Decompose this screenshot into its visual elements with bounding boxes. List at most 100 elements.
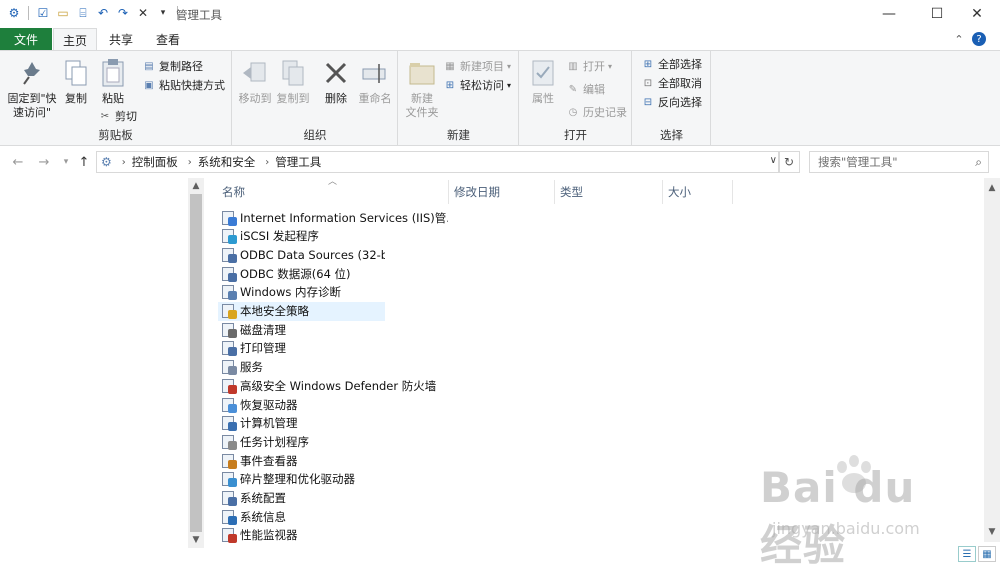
delete-icon[interactable]: ✕ [135,5,151,21]
minimize-button[interactable]: — [866,0,912,28]
search-input[interactable]: 搜索"管理工具" ⌕ [809,151,989,173]
file-list-item[interactable]: Internet Information Services (IIS)管... [218,208,448,227]
file-list-item[interactable]: 任务计划程序 [218,432,385,451]
new-item-label: 新建项目 [460,60,504,73]
folder-tools-icon[interactable]: ⚙ [6,5,22,21]
paste-button[interactable]: 粘贴 [96,57,130,106]
history-icon: ◷ [568,106,578,118]
column-divider[interactable] [732,180,733,204]
customize-qat-icon[interactable]: ▾ [155,5,171,21]
properties-icon[interactable]: ☑ [35,5,51,21]
column-header-size[interactable]: 大小 [662,180,732,204]
copy-to-button[interactable]: 复制到 [275,57,311,106]
rename-button[interactable]: 重命名 [355,57,395,106]
file-list-item[interactable]: 事件查看器 [218,451,385,470]
column-header-type[interactable]: 类型 [554,180,662,204]
easy-access-icon: ⊞ [445,79,455,91]
minimize-icon: — [882,6,896,22]
file-name: 性能监视器 [240,528,298,543]
tab-view[interactable]: 查看 [146,28,190,50]
search-placeholder: 搜索"管理工具" [818,155,898,169]
copy-path-icon: ▤ [144,60,154,72]
breadcrumb-control-panel[interactable]: 控制面板 [132,154,178,170]
copy-button[interactable]: 复制 [60,57,92,106]
file-list-item[interactable]: 计算机管理 [218,414,385,433]
easy-access-button[interactable]: ⊞ 轻松访问 ▾ [443,76,511,94]
select-group: ⊞ 全部选择 ⊡ 全部取消 ⊟ 反向选择 选择 [633,51,711,147]
close-button[interactable]: ✕ [954,0,1000,28]
shortcut-file-icon [221,266,237,282]
tab-file[interactable]: 文件 [0,28,52,50]
scroll-down-icon[interactable]: ▼ [984,524,1000,540]
edit-button[interactable]: ✎ 编辑 [566,80,605,98]
title-bar: ⚙ ☑ ▭ ⌸ ↶ ↷ ✕ ▾ 管理工具 — ☐ ✕ [0,0,1000,28]
scroll-up-icon[interactable]: ▲ [188,178,204,194]
file-list-item[interactable]: 磁盘清理 [218,320,385,339]
control-panel-icon: ⚙ [101,155,112,169]
scroll-down-icon[interactable]: ▼ [188,532,204,548]
scroll-thumb[interactable] [190,194,202,532]
shortcut-file-icon [221,434,237,450]
properties-button[interactable]: 属性 [526,57,560,106]
delete-button[interactable]: 删除 [319,57,353,106]
back-button[interactable]: ← [10,154,26,170]
paste-shortcut-button[interactable]: ▣ 粘贴快捷方式 [142,76,225,94]
column-header-date[interactable]: 修改日期 [448,180,554,204]
rename-icon[interactable]: ⌸ [75,5,91,21]
breadcrumb-admin-tools[interactable]: 管理工具 [275,154,321,170]
file-list-item[interactable]: 高级安全 Windows Defender 防火墙 [218,376,448,395]
breadcrumb-chevron-icon: › [265,156,270,168]
history-button[interactable]: ◷ 历史记录 [566,103,627,121]
select-none-button[interactable]: ⊡ 全部取消 [641,74,702,92]
file-list-item[interactable]: 系统信息 [218,507,385,526]
select-all-button[interactable]: ⊞ 全部选择 [641,55,702,73]
breadcrumb-system-security[interactable]: 系统和安全 [198,154,256,170]
redo-icon[interactable]: ↷ [115,5,131,21]
easy-access-label: 轻松访问 [460,79,504,92]
new-folder-icon[interactable]: ▭ [55,5,71,21]
file-list-item[interactable]: 服务 [218,358,385,377]
invert-selection-button[interactable]: ⊟ 反向选择 [641,93,702,111]
pin-quick-access-button[interactable]: 固定到"快速访问" [4,57,60,120]
file-list-scrollbar[interactable]: ▲ ▼ [984,178,1000,542]
help-icon[interactable]: ? [972,32,986,46]
refresh-button[interactable]: ↻ [778,151,800,173]
new-folder-button[interactable]: 新建 文件夹 [403,57,441,120]
new-item-button[interactable]: ▦ 新建项目 ▾ [443,57,511,75]
file-list-item[interactable]: Windows 内存诊断 [218,283,385,302]
collapse-ribbon-icon[interactable]: ⌃ [952,32,966,46]
address-dropdown-icon[interactable]: ∨ [770,155,777,166]
undo-icon[interactable]: ↶ [95,5,111,21]
file-list-item[interactable]: 本地安全策略 [218,301,385,321]
large-icons-view-icon[interactable]: ▦ [978,546,996,562]
invert-selection-icon: ⊟ [643,96,653,108]
breadcrumb-chevron-icon: › [187,156,192,168]
file-list-item[interactable]: 系统配置 [218,489,385,508]
tab-share[interactable]: 共享 [100,28,142,50]
file-list-item[interactable]: iSCSI 发起程序 [218,227,385,246]
new-folder-label: 新建 文件夹 [405,92,439,119]
scroll-up-icon[interactable]: ▲ [984,180,1000,196]
forward-button[interactable]: → [36,154,52,170]
edit-icon: ✎ [568,83,578,95]
file-list-item[interactable]: 打印管理 [218,339,385,358]
address-bar[interactable]: ⚙ › 控制面板 › 系统和安全 › 管理工具 ∨ [96,151,780,173]
file-list-item[interactable]: ODBC 数据源(64 位) [218,264,385,283]
history-label: 历史记录 [583,106,627,119]
file-list-item[interactable]: 性能监视器 [218,526,385,545]
column-header-name[interactable]: 名称 [216,180,448,204]
shortcut-file-icon [221,509,237,525]
open-button[interactable]: ▥ 打开 ▾ [566,57,612,75]
tab-home[interactable]: 主页 [53,28,97,51]
details-view-icon[interactable]: ☰ [958,546,976,562]
cut-button[interactable]: ✂ 剪切 [98,107,137,125]
copy-path-button[interactable]: ▤ 复制路径 [142,57,203,75]
file-list-item[interactable]: 碎片整理和优化驱动器 [218,470,448,489]
file-list-item[interactable]: ODBC Data Sources (32-bit) [218,245,385,264]
recent-locations-button[interactable]: ▾ [58,154,74,170]
file-list-item[interactable]: 恢复驱动器 [218,395,385,414]
move-to-button[interactable]: 移动到 [237,57,273,106]
up-button[interactable]: ↑ [76,154,92,170]
shortcut-file-icon [221,303,237,319]
nav-pane-scrollbar[interactable]: ▲ ▼ [188,178,204,548]
